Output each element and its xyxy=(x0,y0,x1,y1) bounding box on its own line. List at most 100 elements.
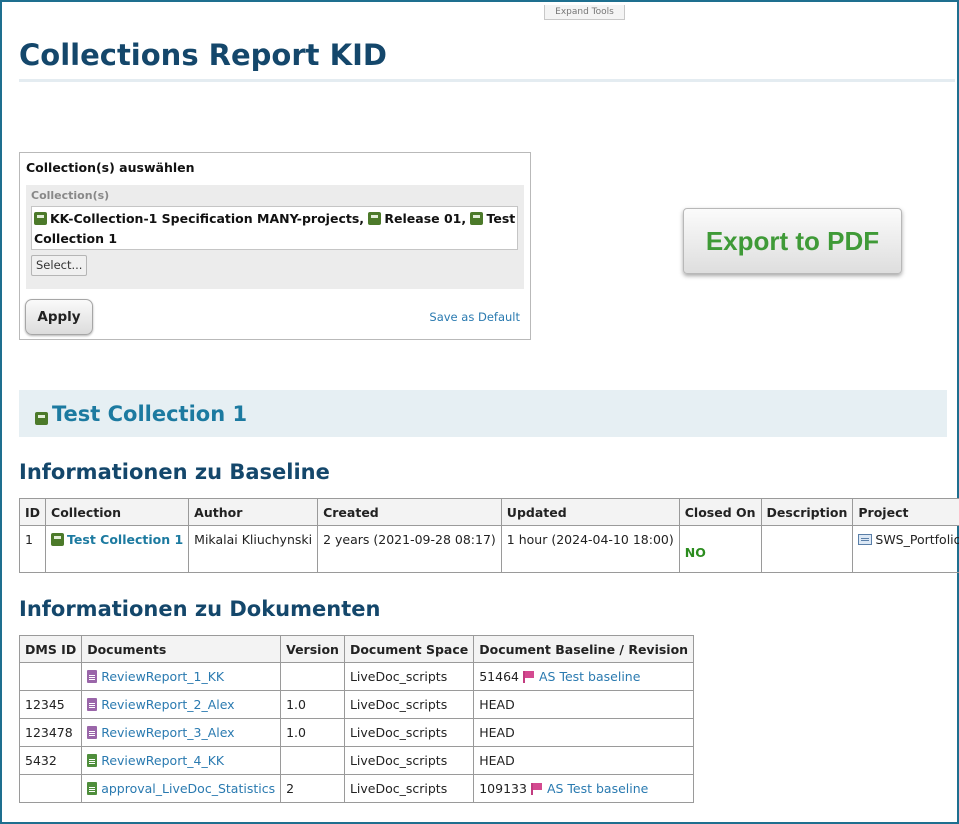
project-name: SWS_Portfolio xyxy=(875,532,959,547)
collection-field-label: Collection(s) xyxy=(31,189,110,202)
documents-section-title: Informationen zu Dokumenten xyxy=(19,597,381,621)
selected-collection: Collection 1 xyxy=(34,231,118,246)
cell-dms-id xyxy=(18,774,83,803)
export-to-pdf-button[interactable]: Export to PDF xyxy=(683,208,902,274)
cell-document: approval_LiveDoc_Statistics xyxy=(81,774,282,803)
column-header-author: Author xyxy=(188,498,319,526)
cell-dms-id: 12345 xyxy=(18,690,83,719)
cell-project: SWS_Portfolio xyxy=(852,525,959,573)
cell-document-space: LiveDoc_scripts xyxy=(343,662,475,691)
document-link[interactable]: approval_LiveDoc_Statistics xyxy=(101,781,275,796)
selected-collections-field[interactable]: KK-Collection-1 Specification MANY-proje… xyxy=(31,206,518,250)
apply-button[interactable]: Apply xyxy=(25,299,93,335)
cell-baseline-revision: 109133 AS Test baseline xyxy=(473,774,695,803)
collection-field-group: Collection(s) KK-Collection-1 Specificat… xyxy=(26,185,524,289)
cell-baseline-revision: HEAD xyxy=(473,718,695,747)
baseline-flag-icon xyxy=(523,671,535,683)
closed-status-badge: NO xyxy=(684,544,706,560)
cell-document: ReviewReport_2_Alex xyxy=(81,690,282,719)
cell-version: 1.0 xyxy=(280,718,345,747)
cell-version xyxy=(280,746,345,775)
collection-icon xyxy=(35,412,48,425)
column-header-document-space: Document Space xyxy=(343,635,475,663)
collection-icon xyxy=(34,212,47,225)
cell-dms-id xyxy=(18,662,83,691)
document-link[interactable]: ReviewReport_1_KK xyxy=(101,669,224,684)
column-header-description: Description xyxy=(760,498,854,526)
expand-tools-button[interactable]: Expand Tools xyxy=(544,5,625,20)
cell-baseline-revision: HEAD xyxy=(473,746,695,775)
cell-baseline-revision: HEAD xyxy=(473,690,695,719)
cell-closed-on: NO xyxy=(678,525,762,573)
selected-collection: Release 01, xyxy=(384,211,467,226)
cell-created: 2 years (2021-09-28 08:17) xyxy=(317,525,502,573)
table-row: 1 Test Collection 1 Mikalai Kliuchynski … xyxy=(18,525,959,573)
save-as-default-link[interactable]: Save as Default xyxy=(429,310,520,324)
column-header-documents: Documents xyxy=(81,635,282,663)
cell-version xyxy=(280,662,345,691)
table-header-row: ID Collection Author Created Updated Clo… xyxy=(18,498,959,526)
project-icon xyxy=(858,534,873,545)
table-row: ReviewReport_1_KK LiveDoc_scripts 51464 AS … xyxy=(18,662,695,691)
cell-version: 2 xyxy=(280,774,345,803)
cell-dms-id: 123478 xyxy=(18,718,83,747)
revision-number: HEAD xyxy=(479,725,515,740)
baseline-link[interactable]: AS Test baseline xyxy=(547,781,648,796)
select-collections-button[interactable]: Select... xyxy=(31,255,88,276)
table-header-row: DMS ID Documents Version Document Space … xyxy=(18,635,695,663)
cell-updated: 1 hour (2024-04-10 18:00) xyxy=(500,525,680,573)
column-header-id: ID xyxy=(18,498,47,526)
document-link[interactable]: ReviewReport_3_Alex xyxy=(101,725,234,740)
document-icon xyxy=(87,670,98,683)
column-header-project: Project xyxy=(852,498,959,526)
collection-filter-panel: Collection(s) auswählen Collection(s) KK… xyxy=(19,152,531,340)
selected-collection: Test xyxy=(486,211,516,226)
document-icon xyxy=(87,698,98,711)
cell-document: ReviewReport_3_Alex xyxy=(81,718,282,747)
collection-icon xyxy=(51,533,65,546)
document-link[interactable]: ReviewReport_2_Alex xyxy=(101,697,234,712)
document-icon xyxy=(87,726,98,739)
revision-number: 109133 xyxy=(479,781,527,796)
column-header-updated: Updated xyxy=(500,498,680,526)
document-icon xyxy=(87,754,98,767)
cell-document-space: LiveDoc_scripts xyxy=(343,690,475,719)
cell-dms-id: 5432 xyxy=(18,746,83,775)
table-row: approval_LiveDoc_Statistics 2 LiveDoc_scri… xyxy=(18,774,695,803)
documents-table: DMS ID Documents Version Document Space … xyxy=(18,635,695,803)
column-header-collection: Collection xyxy=(45,498,190,526)
cell-author: Mikalai Kliuchynski xyxy=(188,525,319,573)
document-icon xyxy=(87,782,98,795)
baseline-link[interactable]: AS Test baseline xyxy=(539,669,640,684)
page-title: Collections Report KID xyxy=(19,38,387,72)
column-header-created: Created xyxy=(317,498,502,526)
revision-number: HEAD xyxy=(479,753,515,768)
collection-icon xyxy=(470,212,484,225)
cell-document: ReviewReport_4_KK xyxy=(81,746,282,775)
collection-title-link[interactable]: Test Collection 1 xyxy=(52,402,247,426)
column-header-baseline-revision: Document Baseline / Revision xyxy=(473,635,695,663)
cell-document-space: LiveDoc_scripts xyxy=(343,774,475,803)
collection-header: Test Collection 1 xyxy=(19,390,947,437)
cell-description xyxy=(760,525,854,573)
filter-panel-title: Collection(s) auswählen xyxy=(26,160,195,175)
cell-collection: Test Collection 1 xyxy=(45,525,190,573)
cell-id: 1 xyxy=(18,525,47,573)
document-link[interactable]: ReviewReport_4_KK xyxy=(101,753,224,768)
cell-document-space: LiveDoc_scripts xyxy=(343,746,475,775)
cell-version: 1.0 xyxy=(280,690,345,719)
baseline-section-title: Informationen zu Baseline xyxy=(19,460,330,484)
selected-collection: KK-Collection-1 Specification MANY-proje… xyxy=(50,211,365,226)
baseline-table: ID Collection Author Created Updated Clo… xyxy=(18,498,959,573)
revision-number: HEAD xyxy=(479,697,515,712)
column-header-version: Version xyxy=(280,635,345,663)
collection-icon xyxy=(368,212,382,225)
cell-document: ReviewReport_1_KK xyxy=(81,662,282,691)
column-header-closed-on: Closed On xyxy=(678,498,762,526)
revision-number: 51464 xyxy=(479,669,519,684)
table-row: 5432 ReviewReport_4_KK LiveDoc_scripts HEAD xyxy=(18,746,695,775)
cell-baseline-revision: 51464 AS Test baseline xyxy=(473,662,695,691)
collection-link[interactable]: Test Collection 1 xyxy=(67,532,183,547)
table-row: 12345 ReviewReport_2_Alex 1.0 LiveDoc_scrip… xyxy=(18,690,695,719)
column-header-dms-id: DMS ID xyxy=(18,635,83,663)
